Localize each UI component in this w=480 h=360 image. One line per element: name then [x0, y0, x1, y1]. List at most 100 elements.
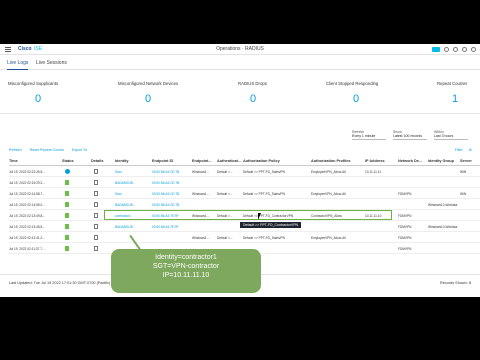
- cisco-logo: Cisco: [18, 46, 32, 52]
- details-icon[interactable]: [94, 224, 98, 229]
- cell-identity[interactable]: BADABOUB..: [115, 225, 150, 229]
- cell-endpoint[interactable]: 00:50:56:A4:CE:7B: [152, 181, 190, 185]
- cell-ep-profile: Windows1...: [192, 170, 210, 174]
- cell-identity[interactable]: Sam: [115, 170, 150, 174]
- cell-authz: Default >> PPT-FD_Sales/PN: [243, 192, 285, 196]
- filter-value: Every 1 minute: [352, 134, 386, 140]
- cell-endpoint[interactable]: 00:50:56:A4:CE:7B: [152, 170, 190, 174]
- column-header[interactable]: Details: [91, 159, 103, 163]
- settings-icon[interactable]: [471, 47, 476, 52]
- export-button[interactable]: Export To: [72, 148, 87, 152]
- details-icon[interactable]: [94, 235, 98, 240]
- notification-icon[interactable]: [462, 47, 467, 52]
- cell-time: Jul 19, 2022 02:13:45.5...: [9, 225, 45, 229]
- details-icon[interactable]: [94, 202, 98, 207]
- counter-value: 0: [352, 93, 360, 105]
- filter-value: Last 3 hours: [434, 134, 468, 140]
- cell-server: WIN: [460, 170, 467, 174]
- evaluation-icon[interactable]: [432, 47, 440, 52]
- counter-label: Repeat Counter: [437, 81, 468, 86]
- last-updated: Last Updated: Tue Jul 19 2022 17:01:30 G…: [9, 281, 111, 285]
- cell-time: Jul 19, 2022 02:15:29.2...: [9, 181, 45, 185]
- column-header[interactable]: Server: [460, 159, 472, 163]
- counter-client-stopped-responding[interactable]: Client Stopped Responding 0: [326, 81, 436, 105]
- table-row[interactable]: Jul 19, 2022 02:14:58.7... Sam 00:50:56:A4…: [9, 189, 480, 199]
- cell-time: Jul 19, 2022 02:13:49.8...: [9, 214, 45, 218]
- refresh-select[interactable]: Refresh Every 1 minute: [352, 130, 386, 140]
- cell-group: Windows10-Worksta...: [428, 225, 458, 229]
- details-icon[interactable]: [94, 213, 98, 218]
- counter-label: Client Stopped Responding: [326, 81, 379, 86]
- pass-status-icon: [65, 246, 69, 251]
- counter-value: 1: [451, 93, 459, 105]
- search-icon[interactable]: [444, 47, 449, 52]
- mouse-cursor-icon: [258, 213, 264, 220]
- authorization-policy-tooltip: Default >> PPT-FD_ContractorVPN: [240, 222, 302, 228]
- details-icon[interactable]: [94, 191, 98, 196]
- settings-icon[interactable]: ⚙: [469, 148, 472, 152]
- callout-identity: Identity=contractor1: [155, 254, 217, 261]
- column-header[interactable]: Authorization Profiles: [311, 159, 350, 163]
- cell-ep-profile: Windows1...: [192, 236, 210, 240]
- cell-network: FDMVPN: [398, 236, 412, 240]
- cell-identity[interactable]: BADABOUB..: [115, 181, 150, 185]
- column-header[interactable]: IP Address: [365, 159, 385, 163]
- help-icon[interactable]: [453, 47, 458, 52]
- session-status-icon: [65, 169, 70, 174]
- tab-live-logs[interactable]: Live Logs: [7, 60, 29, 70]
- cell-profiles: EmployeeVPN_Allow-All: [311, 170, 346, 174]
- column-header[interactable]: Endpoint...: [192, 159, 212, 163]
- cell-identity[interactable]: Sam: [115, 192, 150, 196]
- tab-bar: Live Logs Live Sessions: [0, 56, 480, 70]
- within-select[interactable]: Within Last 3 hours: [434, 130, 468, 140]
- cell-ip: 10.11.11.11: [365, 170, 382, 174]
- show-select[interactable]: Show Latest 100 records: [393, 130, 427, 140]
- column-header[interactable]: Endpoint ID: [152, 159, 173, 163]
- filter-value: Latest 100 records: [393, 134, 427, 140]
- column-header[interactable]: Identity Group: [428, 159, 454, 163]
- counter-misconfigured-supplicants[interactable]: Misconfigured Supplicants 0: [8, 81, 118, 105]
- column-header[interactable]: Authorization Policy: [243, 159, 280, 163]
- hamburger-menu-icon[interactable]: [5, 47, 11, 53]
- cell-time: Jul 19, 2022 02:22:26.5...: [9, 170, 45, 174]
- details-icon[interactable]: [94, 169, 98, 174]
- tab-live-sessions[interactable]: Live Sessions: [36, 60, 67, 66]
- cell-authz: Default >> PPT-FD_Sales/PN: [243, 170, 285, 174]
- table-row[interactable]: Jul 19, 2022 02:14:55.0... BADABOUB.. 00:5…: [9, 200, 480, 210]
- cell-time: Jul 19, 2022 02:11:37.7...: [9, 247, 45, 251]
- counter-misconfigured-network-devices[interactable]: Misconfigured Network Devices 0: [118, 81, 228, 105]
- reset-repeat-counts-button[interactable]: Reset Repeat Counts: [30, 148, 64, 152]
- cell-network: FDMVPN: [398, 247, 412, 251]
- cell-endpoint[interactable]: 00:50:56:A4:CE:7B: [152, 203, 190, 207]
- column-header[interactable]: Network De...: [398, 159, 422, 163]
- cell-identity[interactable]: BADABOUB..: [115, 203, 150, 207]
- table-row[interactable]: Jul 19, 2022 02:22:26.5... Sam 00:50:56:A4…: [9, 167, 480, 177]
- pass-status-icon: [65, 202, 69, 207]
- cell-network: FDMVPN: [398, 214, 412, 218]
- table-row[interactable]: Jul 19, 2022 02:15:29.2... BADABOUB.. 00:5…: [9, 178, 480, 188]
- counter-label: Misconfigured Supplicants: [8, 81, 59, 86]
- cell-endpoint[interactable]: 00:50:56:A4:CE:7B: [152, 192, 190, 196]
- column-header[interactable]: Identity: [115, 159, 129, 163]
- counter-value: 0: [144, 93, 152, 105]
- cell-group: Windows10-Worksta...: [428, 203, 458, 207]
- column-header[interactable]: Time: [9, 159, 18, 163]
- cell-auth: Default >...: [217, 192, 233, 196]
- callout-sgt: SGT=VPN-contractor: [152, 263, 220, 270]
- pass-status-icon: [65, 235, 69, 240]
- table-right-tools: Filter ⚙: [455, 148, 472, 152]
- cell-network: FDMVPN: [398, 192, 412, 196]
- filter-button[interactable]: Filter: [455, 148, 463, 152]
- refresh-button[interactable]: Refresh: [9, 148, 22, 152]
- table-row[interactable]: Jul 19, 2022 02:12:41.2... Windows1... Def…: [9, 233, 480, 243]
- details-icon[interactable]: [94, 246, 98, 251]
- annotation-callout: Identity=contractor1 SGT=VPN-contractor …: [111, 249, 261, 293]
- details-icon[interactable]: [94, 180, 98, 185]
- column-header[interactable]: Status: [62, 159, 74, 163]
- cell-ep-profile: Windows1...: [192, 192, 210, 196]
- top-bar: Cisco ISE Operations · RADIUS: [0, 44, 480, 55]
- column-header[interactable]: Authenticat...: [217, 159, 241, 163]
- cell-endpoint[interactable]: 00:50:56:A4:7E:9F: [152, 225, 190, 229]
- callout-ip: IP=10.11.11.10: [162, 272, 210, 279]
- counter-repeat[interactable]: Repeat Counter 1: [437, 81, 477, 105]
